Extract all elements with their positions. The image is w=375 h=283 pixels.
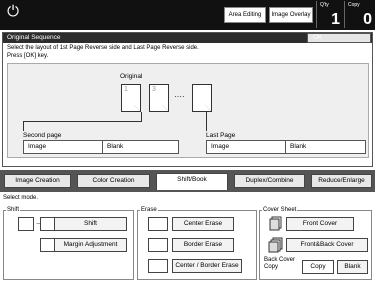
- center-erase-button[interactable]: Center Erase: [172, 217, 234, 231]
- second-page-selector: Image Blank: [23, 140, 179, 154]
- page-3-number: 3: [152, 86, 156, 93]
- area-editing-button[interactable]: Area Editing: [224, 7, 266, 23]
- last-page-selector: Image Blank: [206, 140, 366, 154]
- front-back-cover-icon: [268, 237, 284, 253]
- front-cover-icon: [268, 216, 284, 232]
- border-erase-button[interactable]: Border Erase: [172, 238, 234, 252]
- power-icon[interactable]: ⏻: [5, 4, 21, 20]
- center-erase-indicator: [148, 217, 168, 231]
- second-page-blank-option[interactable]: Blank: [103, 141, 178, 153]
- image-overlay-button[interactable]: Image Overlay: [269, 7, 313, 23]
- tab-color-creation[interactable]: Color Creation: [77, 174, 150, 188]
- qty-label: Q'ty: [320, 2, 329, 8]
- qty-value: 1: [331, 11, 340, 28]
- shift-group: Shift → Shift Margin Adjustment: [3, 206, 134, 280]
- ok-button[interactable]: OK: [307, 33, 371, 43]
- shift-button[interactable]: Shift: [54, 217, 127, 231]
- original-sequence-dialog: Original Sequence OK Select the layout o…: [2, 32, 373, 167]
- center-border-erase-indicator: [148, 259, 168, 273]
- tab-shift-book[interactable]: Shift/Book: [156, 173, 228, 190]
- connector-line: [23, 121, 141, 122]
- page-3-icon: 3: [149, 84, 169, 112]
- last-page-label: Last Page: [206, 132, 236, 139]
- layout-panel: Original 1 3 ···· Second page Image Blan…: [7, 63, 369, 158]
- back-cover-copy-button[interactable]: Copy: [302, 260, 334, 274]
- connector-line: [206, 112, 207, 131]
- copy-label: Copy: [348, 2, 360, 8]
- cover-sheet-group: Cover Sheet Front Cover Front&Back Cover…: [259, 206, 372, 280]
- border-erase-indicator: [148, 238, 168, 252]
- tab-image-creation[interactable]: Image Creation: [4, 174, 71, 188]
- original-label: Original: [120, 73, 143, 80]
- select-mode-text: Select mode.: [3, 195, 39, 201]
- back-cover-blank-button[interactable]: Blank: [337, 260, 368, 274]
- connector-line: [23, 121, 24, 131]
- tab-duplex-combine[interactable]: Duplex/Combine: [234, 174, 305, 188]
- top-bar: ⏻ Area Editing Image Overlay Q'ty 1 Copy…: [0, 0, 375, 30]
- center-border-erase-button[interactable]: Center / Border Erase: [172, 259, 242, 273]
- erase-group: Erase Center Erase Border Erase Center /…: [137, 206, 257, 280]
- ellipsis: ····: [174, 92, 185, 101]
- cover-sheet-group-label: Cover Sheet: [262, 206, 298, 214]
- front-cover-button[interactable]: Front Cover: [286, 217, 354, 231]
- copy-count-display: Copy 0: [344, 1, 375, 28]
- shift-group-label: Shift: [6, 206, 21, 214]
- second-page-label: Second page: [23, 132, 62, 139]
- last-page-image-option[interactable]: Image: [207, 141, 285, 153]
- copy-value: 0: [363, 11, 372, 28]
- page-1-icon: 1: [121, 84, 141, 112]
- last-page-icon: [192, 84, 212, 112]
- quantity-display: Q'ty 1: [316, 1, 343, 28]
- margin-adjustment-button[interactable]: Margin Adjustment: [54, 238, 127, 252]
- dialog-header: Original Sequence OK: [3, 33, 372, 43]
- connector-line: [141, 112, 142, 122]
- back-cover-copy-label: Back Cover Copy: [264, 257, 296, 270]
- erase-group-label: Erase: [140, 206, 158, 214]
- page-1-number: 1: [124, 86, 128, 93]
- last-page-blank-option[interactable]: Blank: [286, 141, 365, 153]
- shift-left-indicator: [18, 217, 34, 231]
- instruction-line-2: Press [OK] key.: [7, 53, 49, 59]
- dialog-title: Original Sequence: [7, 34, 61, 41]
- tab-strip: Image Creation Color Creation Shift/Book…: [0, 170, 375, 192]
- front-back-cover-button[interactable]: Front&Back Cover: [286, 238, 368, 252]
- second-page-image-option[interactable]: Image: [24, 141, 102, 153]
- tab-reduce-enlarge[interactable]: Reduce/Enlarge: [311, 174, 372, 188]
- instruction-line-1: Select the layout of 1st Page Reverse si…: [7, 45, 199, 51]
